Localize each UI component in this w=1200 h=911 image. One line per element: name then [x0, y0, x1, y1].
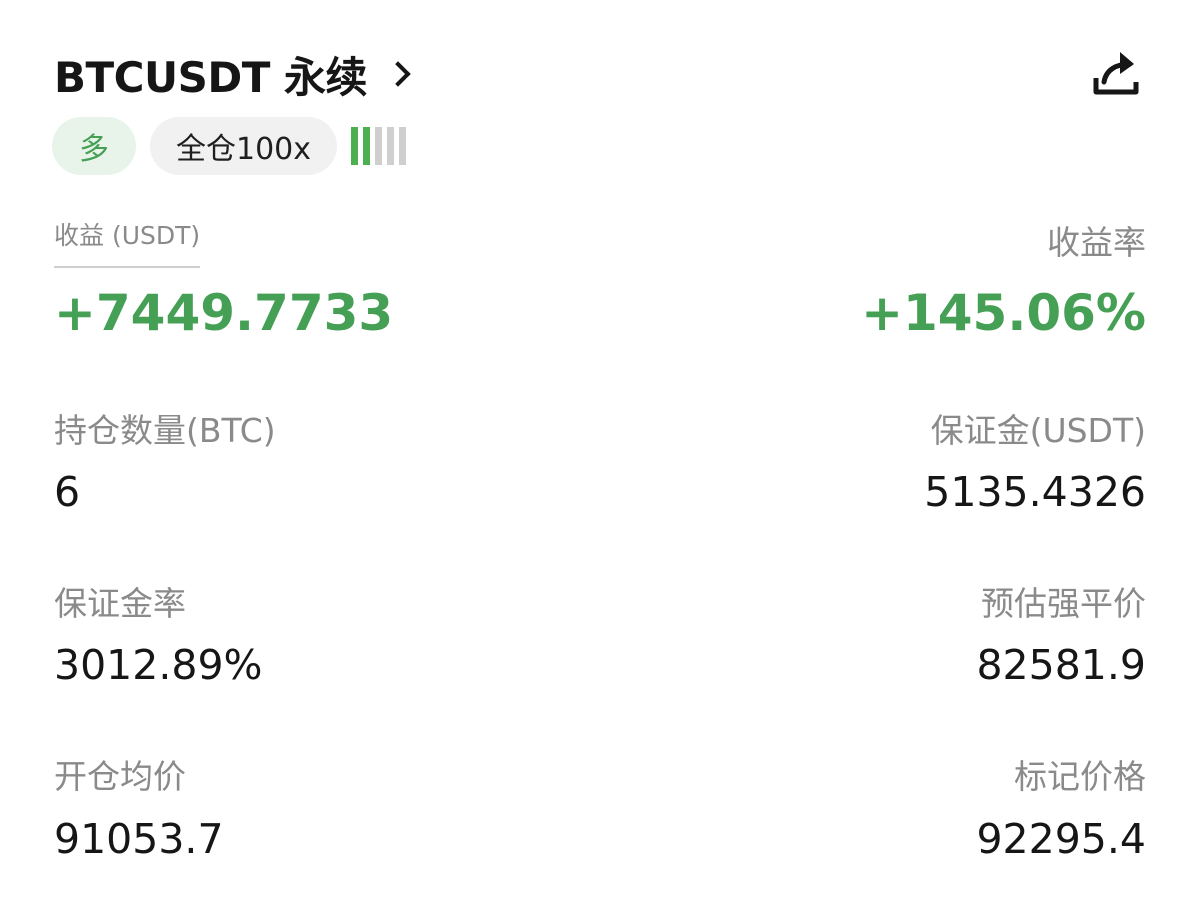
liq-price-label: 预估强平价: [981, 584, 1146, 623]
margin-value: 5135.4326: [924, 468, 1146, 516]
pnl-rate-label: 收益率: [1047, 223, 1146, 262]
margin-ratio-label: 保证金率: [54, 584, 186, 623]
mark-price-label: 标记价格: [1014, 757, 1146, 796]
entry-price-value: 91053.7: [54, 815, 224, 863]
symbol-header[interactable]: BTCUSDT 永续: [54, 44, 411, 105]
risk-bar: [387, 127, 395, 165]
risk-bar: [363, 127, 371, 165]
share-icon[interactable]: [1086, 44, 1146, 104]
entry-price-label: 开仓均价: [54, 757, 186, 796]
long-side-badge: 多: [52, 117, 136, 175]
position-tags: 多 全仓100x: [52, 117, 411, 175]
risk-level-indicator: [351, 126, 411, 166]
margin-ratio-value: 3012.89%: [54, 641, 263, 689]
position-size-value: 6: [54, 468, 81, 516]
pnl-value: +7449.7733: [54, 284, 394, 342]
margin-label: 保证金(USDT): [930, 411, 1146, 450]
pnl-label[interactable]: 收益 (USDT): [54, 216, 201, 268]
risk-bar: [399, 127, 407, 165]
position-size-label: 持仓数量(BTC): [54, 411, 276, 450]
chevron-right-icon[interactable]: [385, 61, 411, 87]
symbol-title[interactable]: BTCUSDT 永续: [54, 44, 367, 105]
risk-bar: [351, 127, 359, 165]
margin-mode-badge: 全仓100x: [150, 117, 338, 175]
liq-price-value: 82581.9: [976, 641, 1146, 689]
mark-price-value: 92295.4: [976, 815, 1146, 863]
pnl-rate-value: +145.06%: [861, 284, 1146, 342]
risk-bar: [375, 127, 383, 165]
